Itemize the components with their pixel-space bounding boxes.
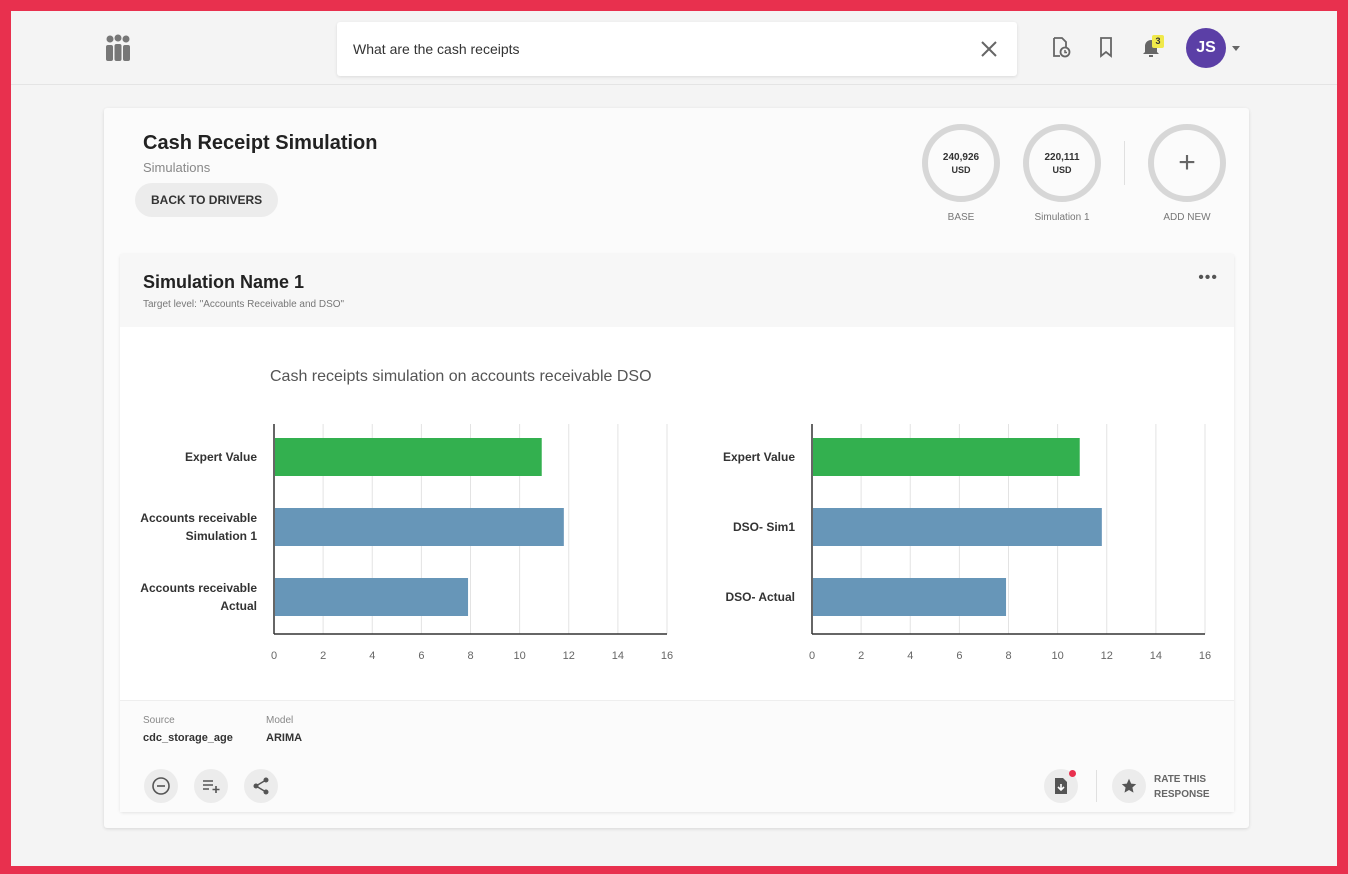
export-file-button[interactable] (1044, 769, 1078, 803)
bar (275, 508, 564, 546)
x-tick-label: 12 (1101, 650, 1113, 662)
chevron-down-icon[interactable] (1232, 46, 1240, 51)
scenario-unit: USD (951, 164, 971, 175)
x-tick-label: 16 (661, 650, 673, 662)
logo-icon[interactable] (102, 34, 134, 62)
scenario-ring[interactable]: 220,111 USD (1023, 124, 1101, 202)
x-tick-label: 0 (271, 650, 277, 662)
bar (275, 438, 542, 476)
playlist-add-icon (203, 780, 220, 793)
source-label: Source (143, 715, 175, 726)
meta-bar: Source cdc_storage_age Model ARIMA (120, 700, 1234, 756)
scenario-ring[interactable]: 240,926 USD (922, 124, 1000, 202)
category-label: Simulation 1 (186, 529, 258, 543)
x-tick-label: 10 (514, 650, 526, 662)
x-tick-label: 8 (1005, 650, 1011, 662)
category-label: Accounts receivable (140, 511, 257, 525)
scenario-label: BASE (947, 212, 975, 223)
source-value: cdc_storage_age (143, 732, 233, 744)
category-label: Actual (220, 599, 257, 613)
x-tick-label: 2 (320, 650, 326, 662)
x-tick-label: 4 (369, 650, 375, 662)
minus-circle-button[interactable] (144, 769, 178, 803)
page-subtitle: Simulations (143, 160, 211, 175)
rate-button[interactable] (1112, 769, 1146, 803)
source-block: Source cdc_storage_age (143, 715, 233, 744)
x-tick-label: 16 (1199, 650, 1211, 662)
scenario-value: 240,926 (942, 151, 980, 163)
add-new-scenario[interactable]: + ADD NEW (1147, 124, 1227, 223)
x-tick-label: 10 (1052, 650, 1064, 662)
avatar[interactable]: JS (1186, 28, 1226, 68)
add-to-playlist-button[interactable] (194, 769, 228, 803)
page-title: Cash Receipt Simulation (143, 132, 378, 154)
minus-circle-icon (152, 777, 170, 795)
rate-line-2: RESPONSE (1154, 789, 1210, 800)
divider (1124, 141, 1125, 185)
add-new-button[interactable]: + (1148, 124, 1226, 202)
search-input[interactable] (353, 22, 953, 76)
scenario-value: 220,111 (1044, 151, 1080, 163)
x-tick-label: 2 (858, 650, 864, 662)
search-box (337, 22, 1017, 76)
bar (813, 578, 1007, 616)
rate-line-1: RATE THIS (1154, 774, 1207, 785)
file-download-icon (1055, 778, 1067, 794)
top-bar: 3 JS (11, 11, 1337, 85)
model-block: Model ARIMA (266, 715, 302, 744)
share-icon (253, 777, 269, 795)
x-tick-label: 4 (907, 650, 913, 662)
add-new-label: ADD NEW (1163, 212, 1211, 223)
x-tick-label: 12 (563, 650, 575, 662)
simulation-panel: Simulation Name 1 Target level: "Account… (120, 254, 1234, 812)
simulation-card: Cash Receipt Simulation Simulations BACK… (104, 108, 1249, 828)
category-label: Expert Value (185, 450, 257, 464)
back-to-drivers-button[interactable]: BACK TO DRIVERS (135, 183, 279, 217)
rate-response-label[interactable]: RATE THIS RESPONSE (1154, 772, 1224, 802)
share-button[interactable] (244, 769, 278, 803)
bookmark-icon[interactable] (1094, 35, 1118, 59)
x-tick-label: 8 (467, 650, 473, 662)
category-label: Accounts receivable (140, 581, 257, 595)
divider (1096, 770, 1097, 802)
scenario-simulation-1[interactable]: 220,111 USD Simulation 1 (1022, 124, 1102, 223)
x-tick-label: 6 (418, 650, 424, 662)
model-value: ARIMA (266, 732, 303, 744)
x-tick-label: 6 (956, 650, 962, 662)
category-label: DSO- Sim1 (733, 520, 795, 534)
category-label: DSO- Actual (725, 590, 795, 604)
bar (275, 578, 469, 616)
model-label: Model (266, 715, 294, 726)
star-icon (1121, 778, 1137, 793)
bar (813, 508, 1102, 546)
scenario-unit: USD (1052, 164, 1072, 175)
document-clock-icon[interactable] (1048, 35, 1072, 59)
scenario-base[interactable]: 240,926 USD BASE (921, 124, 1001, 223)
x-tick-label: 0 (809, 650, 815, 662)
notification-badge: 3 (1152, 35, 1164, 48)
app-frame: 3 JS Cash Receipt Simulation Simulations… (11, 11, 1337, 866)
x-tick-label: 14 (612, 650, 624, 662)
x-tick-label: 14 (1150, 650, 1162, 662)
category-label: Expert Value (723, 450, 795, 464)
notification-dot (1069, 770, 1076, 777)
close-icon[interactable] (977, 37, 1001, 61)
action-bar: RATE THIS RESPONSE (120, 756, 1234, 812)
charts-area: 0 2 4 6 8 10 12 14 16 Expert Value Accounts receiv… (140, 424, 1211, 662)
scenario-label: Simulation 1 (1034, 212, 1090, 223)
plus-icon: + (1178, 146, 1196, 179)
bar (813, 438, 1080, 476)
